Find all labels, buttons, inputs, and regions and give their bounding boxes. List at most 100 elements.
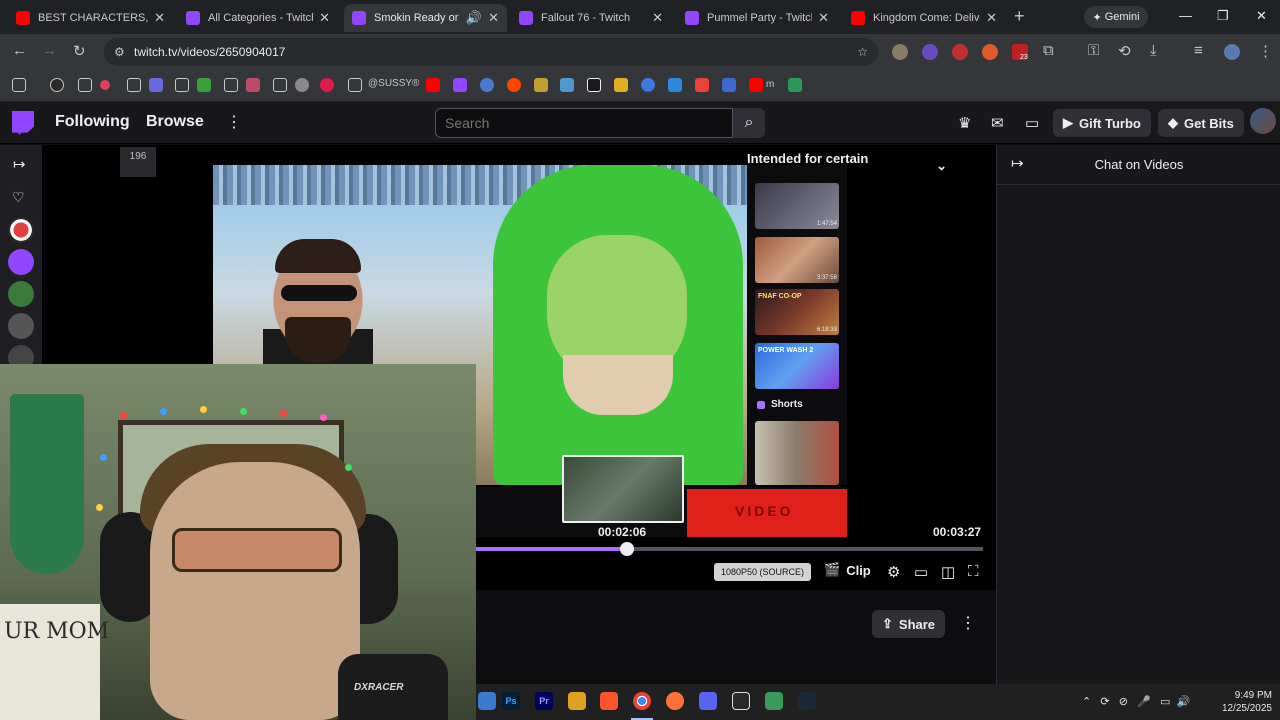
gmail-icon[interactable] (695, 78, 709, 92)
bookmark-icon[interactable] (480, 78, 494, 92)
bookmark-icon[interactable] (722, 78, 736, 92)
inbox-icon[interactable]: ✉ (991, 114, 1004, 132)
browse-link[interactable]: Browse (146, 113, 204, 131)
extension-icon[interactable] (982, 44, 998, 60)
bookmark-icon[interactable] (149, 78, 163, 92)
new-tab-button[interactable]: + (1014, 6, 1025, 27)
youtube-icon[interactable] (426, 78, 440, 92)
bookmark-star-icon[interactable]: ☆ (857, 38, 868, 66)
close-icon[interactable]: ✕ (319, 10, 330, 26)
bookmark-icon[interactable] (197, 78, 211, 92)
media-queue-icon[interactable]: ≡ (1194, 42, 1203, 59)
bookmark-icon[interactable] (641, 78, 655, 92)
discord-icon[interactable] (699, 692, 717, 710)
bookmark-icon[interactable] (788, 78, 802, 92)
close-icon[interactable]: ✕ (488, 10, 499, 26)
gift-turbo-button[interactable]: ▶ Gift Turbo (1053, 109, 1151, 137)
get-bits-button[interactable]: ◆ Get Bits (1158, 109, 1244, 137)
folder-icon[interactable] (224, 78, 238, 92)
folder-icon[interactable] (127, 78, 141, 92)
folder-icon[interactable] (614, 78, 628, 92)
progress-handle[interactable] (620, 542, 635, 556)
link-icon[interactable] (295, 78, 309, 92)
recommended-thumbnail[interactable]: FNAF CO-OP 6:18:33 (755, 289, 839, 335)
search-button[interactable]: ⌕ (733, 108, 765, 138)
settings-gear-icon[interactable]: ⚙ (887, 563, 900, 581)
gemini-button[interactable]: ✦ Gemini (1084, 6, 1148, 28)
profile-avatar[interactable] (1224, 44, 1240, 60)
close-window-button[interactable]: ✕ (1256, 8, 1267, 24)
more-options-icon[interactable]: ⋮ (960, 613, 976, 633)
close-icon[interactable]: ✕ (986, 10, 997, 26)
key-icon[interactable]: ⚿ (1088, 42, 1099, 59)
system-tray[interactable]: ⌃ ⟳ ⊘ 🎤 ▭ 🔊 (1082, 695, 1190, 708)
following-link[interactable]: Following (55, 113, 130, 131)
share-button[interactable]: ⇪ Share (872, 610, 946, 638)
back-button[interactable]: ← (12, 42, 27, 59)
premiere-icon[interactable]: Pr (535, 692, 553, 710)
minimize-button[interactable]: — (1179, 8, 1192, 23)
bookmark-sussy[interactable]: @SUSSY® (368, 78, 419, 89)
browser-tab[interactable]: Kingdom Come: Deliveran ✕ (843, 4, 1005, 32)
download-icon[interactable]: ⤓ (1150, 42, 1157, 59)
address-bar[interactable]: ⚙ twitch.tv/videos/2650904017 ☆ (104, 38, 878, 66)
browser-tab[interactable]: All Categories - Twitch ✕ (178, 4, 338, 32)
user-avatar[interactable] (1250, 108, 1276, 134)
restore-button[interactable]: ❐ (1217, 8, 1229, 24)
fullscreen-icon[interactable]: ⛶ (968, 563, 979, 580)
steam-icon[interactable] (798, 692, 816, 710)
bookmark-icon[interactable] (100, 80, 110, 90)
browser-tab[interactable]: BEST CHARACTERS, WEAP ✕ (8, 4, 173, 32)
channel-avatar[interactable] (8, 281, 34, 307)
app-icon[interactable] (765, 692, 783, 710)
bookmark-m[interactable]: m (766, 79, 774, 90)
file-explorer-icon[interactable] (568, 692, 586, 710)
menu-dots-icon[interactable]: ⋮ (1258, 42, 1273, 60)
forward-button[interactable]: → (42, 42, 57, 59)
twitch-icon[interactable] (453, 78, 467, 92)
recommended-thumbnail[interactable]: POWER WASH 2 (755, 343, 839, 389)
folder-icon[interactable] (78, 78, 92, 92)
reload-button[interactable]: ↻ (73, 42, 86, 60)
expand-rail-icon[interactable]: ↦ (13, 155, 26, 173)
heart-icon[interactable]: ♡ (12, 189, 25, 206)
reddit-icon[interactable] (507, 78, 521, 92)
bookmark-icon[interactable] (587, 78, 601, 92)
close-icon[interactable]: ✕ (652, 10, 663, 26)
search-input[interactable] (435, 108, 733, 138)
more-options-icon[interactable]: ⋮ (226, 112, 242, 132)
chrome-icon[interactable] (633, 692, 651, 710)
folder-icon[interactable] (348, 78, 362, 92)
folder-icon[interactable] (175, 78, 189, 92)
theatre-mode-icon[interactable]: ▭ (914, 563, 928, 581)
speaker-icon[interactable]: 🔊 (466, 10, 482, 26)
youtube-icon[interactable] (749, 78, 763, 92)
extension-icon[interactable] (922, 44, 938, 60)
bookmark-icon[interactable] (668, 78, 682, 92)
whispers-icon[interactable]: ▭ (1025, 114, 1039, 132)
recommended-thumbnail[interactable]: 1:47:54 (755, 183, 839, 229)
channel-avatar[interactable] (8, 249, 34, 275)
browser-tab[interactable]: Fallout 76 - Twitch ✕ (511, 4, 671, 32)
close-icon[interactable]: ✕ (818, 10, 829, 26)
short-thumbnail[interactable] (755, 421, 839, 485)
app-icon[interactable] (732, 692, 750, 710)
apps-grid-icon[interactable] (12, 78, 26, 92)
firefox-icon[interactable] (666, 692, 684, 710)
recommended-thumbnail[interactable]: 3:37:58 (755, 237, 839, 283)
browser-tab-active[interactable]: Smokin Ready or Not 🔊 ✕ (344, 4, 507, 32)
file-icon[interactable] (478, 692, 496, 710)
history-icon[interactable]: ⟲ (1118, 42, 1131, 60)
site-settings-icon[interactable]: ⚙ (114, 38, 125, 66)
folder-icon[interactable] (273, 78, 287, 92)
clip-button[interactable]: 🎬 Clip (824, 562, 871, 578)
brave-icon[interactable] (600, 692, 618, 710)
bookmark-icon[interactable] (534, 78, 548, 92)
bookmark-icon[interactable] (320, 78, 334, 92)
browser-tab[interactable]: Pummel Party - Twitch ✕ (677, 4, 837, 32)
progress-bar[interactable] (475, 542, 983, 556)
bookmark-icon[interactable] (246, 78, 260, 92)
sidebar-toggle-icon[interactable]: ◫ (941, 563, 955, 581)
bookmark-icon[interactable] (560, 78, 574, 92)
taskbar-clock[interactable]: 9:49 PM 12/25/2025 (1216, 689, 1272, 715)
